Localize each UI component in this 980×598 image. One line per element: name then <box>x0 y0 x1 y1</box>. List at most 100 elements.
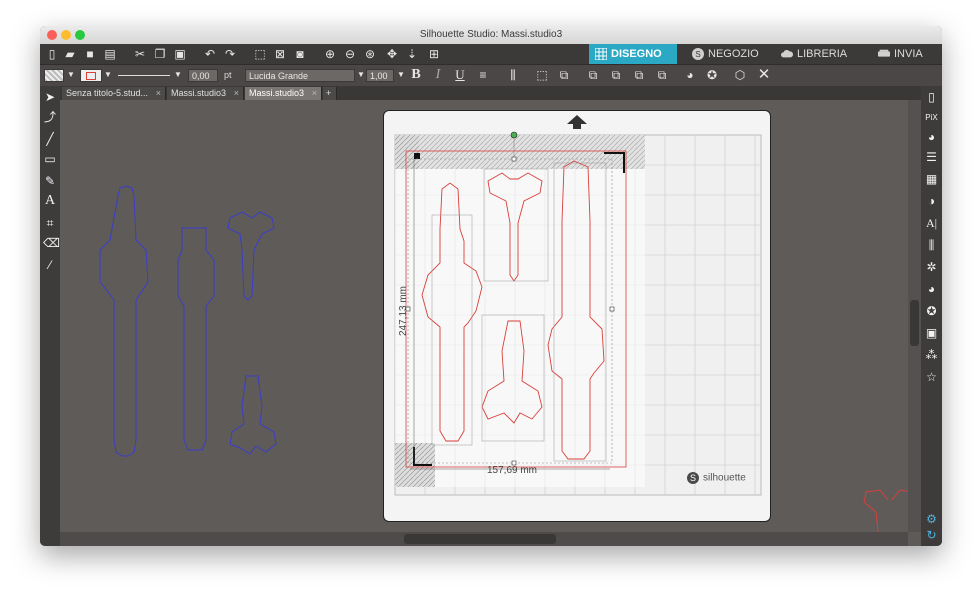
text-tool-icon[interactable]: A <box>43 194 57 208</box>
horizontal-scroll-thumb[interactable] <box>404 534 556 544</box>
line-width-field[interactable]: 0,00 <box>188 69 218 82</box>
underline-button[interactable]: U <box>452 67 468 83</box>
pan-icon[interactable]: ✥ <box>384 46 400 62</box>
favorites-star-icon[interactable]: ☆ <box>924 370 939 385</box>
resize-handle[interactable] <box>609 306 615 312</box>
align-icon[interactable]: ⫼ <box>505 67 521 83</box>
blue-shape-small-top[interactable] <box>227 211 275 301</box>
font-size-field[interactable]: 1,00 <box>366 69 394 82</box>
eraser-tool-icon[interactable]: ⌫ <box>43 236 60 250</box>
fill-pattern-icon[interactable]: ▦ <box>924 172 939 187</box>
star-shape-icon[interactable]: ✪ <box>704 67 720 83</box>
sketch-icon[interactable]: ⁂ <box>924 348 939 363</box>
trace-icon[interactable]: ▣ <box>924 326 939 341</box>
offset-icon[interactable]: ✪ <box>924 304 939 319</box>
paste-icon[interactable]: ▣ <box>172 46 188 62</box>
3d-box-icon[interactable]: ⬡ <box>732 67 748 83</box>
copy-icon[interactable]: ❐ <box>152 46 168 62</box>
eyedropper-tool-icon[interactable]: ⁄ <box>43 258 57 272</box>
close-tab-icon[interactable]: × <box>156 87 161 100</box>
doc-tab-2-label: Massi.studio3 <box>171 88 227 98</box>
transform-icon[interactable]: ⫼ <box>924 238 939 253</box>
open-folder-icon[interactable]: ▰ <box>62 46 78 62</box>
app-window: Silhouette Studio: Massi.studio3 ▯ ▰ ■ ▤… <box>40 26 942 546</box>
doc-tab-2[interactable]: Massi.studio3 × <box>167 87 244 100</box>
doc-tab-1-label: Senza titolo-5.stud... <box>66 88 149 98</box>
undo-icon[interactable]: ↶ <box>202 46 218 62</box>
resize-handle[interactable] <box>511 156 517 162</box>
cutting-mat[interactable]: 247,13 mm 157,69 mm <box>383 110 771 522</box>
horizontal-scrollbar[interactable] <box>60 532 908 546</box>
line-style-preview[interactable] <box>118 75 170 76</box>
chevron-down-icon[interactable]: ▼ <box>170 67 186 83</box>
new-document-icon[interactable]: ▯ <box>44 46 60 62</box>
rectangle-tool-icon[interactable]: ▭ <box>43 152 57 166</box>
tab-invia[interactable]: INVIA <box>872 44 942 64</box>
chevron-down-icon[interactable]: ▼ <box>393 67 409 83</box>
deselect-icon[interactable]: ⊠ <box>272 46 288 62</box>
ungroup-icon[interactable]: ⧉ <box>556 67 572 83</box>
italic-button[interactable]: I <box>430 67 446 83</box>
shadow-icon[interactable]: ◑ <box>924 194 939 209</box>
doc-tab-3[interactable]: Massi.studio3 × <box>245 87 322 100</box>
line-color-swatch[interactable] <box>80 69 102 82</box>
vertical-scrollbar[interactable] <box>908 100 921 532</box>
font-name-field[interactable]: Lucida Grande <box>245 69 355 82</box>
blue-shape-small-bottom[interactable] <box>229 375 277 455</box>
add-tab-button[interactable]: + <box>323 87 337 100</box>
bold-button[interactable]: B <box>408 67 424 83</box>
chevron-down-icon[interactable]: ▼ <box>63 67 79 83</box>
cut-scissors-icon[interactable]: ✂ <box>132 46 148 62</box>
zoom-out-icon[interactable]: ⊖ <box>342 46 358 62</box>
close-tab-icon[interactable]: × <box>234 87 239 100</box>
close-tab-icon[interactable]: × <box>312 87 317 100</box>
fit-to-page-icon[interactable]: ⇣ <box>404 46 420 62</box>
text-align-icon[interactable]: ≡ <box>475 67 491 83</box>
tab-libreria[interactable]: LIBRERIA <box>775 44 865 64</box>
send-backward-icon[interactable]: ⧉ <box>608 67 624 83</box>
red-shape-fragment[interactable] <box>863 489 908 532</box>
pix-scan-icon[interactable]: PiX <box>924 110 939 125</box>
line-tool-icon[interactable]: ╱ <box>43 132 57 146</box>
refresh-icon[interactable]: ↻ <box>924 528 939 543</box>
doc-tab-1[interactable]: Senza titolo-5.stud... × <box>62 87 166 100</box>
fill-palette-icon[interactable]: ◕ <box>924 130 939 145</box>
tab-negozio-label: NEGOZIO <box>708 48 759 60</box>
replicate-panel-icon[interactable]: ✲ <box>924 260 939 275</box>
tab-negozio[interactable]: S NEGOZIO <box>686 44 774 64</box>
select-arrow-icon[interactable]: ➤ <box>43 90 57 104</box>
tab-disegno[interactable]: DISEGNO <box>589 44 677 64</box>
zoom-in-icon[interactable]: ⊕ <box>322 46 338 62</box>
fit-to-window-icon[interactable]: ⊞ <box>426 46 442 62</box>
save-icon[interactable]: ■ <box>82 46 98 62</box>
right-panel-icons: ▯ PiX ◕ ☰ ▦ ◑ A| ⫼ ✲ ◕ ✪ ▣ ⁂ ☆ ⚙ ↻ <box>921 86 942 546</box>
bring-forward-icon[interactable]: ⧉ <box>585 67 601 83</box>
knife-tool-icon[interactable]: ⌗ <box>43 216 57 230</box>
line-style-icon[interactable]: ☰ <box>924 150 939 165</box>
modify-icon[interactable]: ◕ <box>924 282 939 297</box>
format-toolbar: ▼ ▼ ▼ 0,00 pt Lucida Grande ▼ 1,00 ▼ B I… <box>40 64 942 87</box>
select-by-color-icon[interactable]: ◙ <box>292 46 308 62</box>
chevron-down-icon[interactable]: ▼ <box>100 67 116 83</box>
group-icon[interactable]: ⬚ <box>534 67 550 83</box>
zoom-selection-icon[interactable]: ⊛ <box>362 46 378 62</box>
pencil-tool-icon[interactable]: ✎ <box>43 174 57 188</box>
mat-grid: 247,13 mm 157,69 mm <box>394 115 762 496</box>
settings-gear-icon[interactable]: ⚙ <box>924 512 939 527</box>
select-all-icon[interactable]: ⬚ <box>252 46 268 62</box>
page-settings-icon[interactable]: ▯ <box>924 90 939 105</box>
fill-color-swatch[interactable] <box>44 69 64 82</box>
vertical-scroll-thumb[interactable] <box>910 300 919 346</box>
close-x-icon[interactable]: ✕ <box>756 67 772 83</box>
print-icon[interactable]: ▤ <box>102 46 118 62</box>
bring-to-front-icon[interactable]: ⧉ <box>631 67 647 83</box>
blue-shape-mid[interactable] <box>177 227 215 451</box>
blue-shape-long[interactable] <box>99 185 149 457</box>
rotate-handle[interactable] <box>510 131 518 139</box>
point-edit-icon[interactable]: ⤴ <box>43 110 57 124</box>
redo-icon[interactable]: ↷ <box>222 46 238 62</box>
doc-tab-3-label: Massi.studio3 <box>249 88 305 98</box>
text-style-icon[interactable]: A| <box>924 216 939 231</box>
replicate-icon[interactable]: ◕ <box>682 67 698 83</box>
send-to-back-icon[interactable]: ⧉ <box>654 67 670 83</box>
